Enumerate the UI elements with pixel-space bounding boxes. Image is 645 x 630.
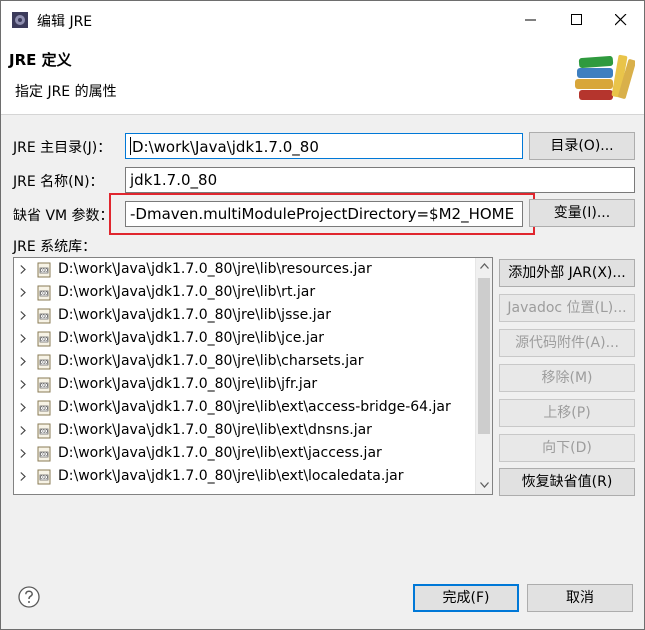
library-row[interactable]: 010 D:\work\Java\jdk1.7.0_80\jre\lib\jsse… — [14, 304, 474, 327]
close-button[interactable] — [598, 1, 644, 39]
jar-file-icon: 010 — [37, 446, 51, 462]
jar-file-icon: 010 — [37, 331, 51, 347]
svg-text:010: 010 — [40, 337, 48, 342]
header-subtitle: 指定 JRE 的属性 — [15, 84, 117, 100]
chevron-up-icon — [480, 263, 489, 269]
chevron-right-icon[interactable] — [20, 380, 26, 389]
eclipse-gear-icon — [12, 12, 28, 28]
jar-file-icon: 010 — [37, 308, 51, 324]
vm-args-label: 缺省 VM 参数： — [13, 208, 114, 224]
chevron-right-icon[interactable] — [20, 357, 26, 366]
chevron-right-icon[interactable] — [20, 311, 26, 320]
chevron-right-icon[interactable] — [20, 426, 26, 435]
variables-button[interactable]: 变量(I)... — [529, 199, 635, 227]
chevron-down-icon — [480, 482, 489, 488]
library-path: D:\work\Java\jdk1.7.0_80\jre\lib\ext\loc… — [58, 468, 404, 484]
jre-name-input[interactable]: jdk1.7.0_80 — [125, 167, 635, 193]
books-icon — [575, 54, 635, 100]
svg-text:010: 010 — [40, 452, 48, 457]
javadoc-location-button[interactable]: Javadoc 位置(L)... — [499, 294, 635, 322]
jar-file-icon: 010 — [37, 400, 51, 416]
chevron-right-icon[interactable] — [20, 265, 26, 274]
svg-text:010: 010 — [40, 360, 48, 365]
library-path: D:\work\Java\jdk1.7.0_80\jre\lib\jfr.jar — [58, 376, 318, 392]
library-path: D:\work\Java\jdk1.7.0_80\jre\lib\rt.jar — [58, 284, 316, 300]
maximize-icon — [571, 14, 582, 25]
library-row[interactable]: 010 D:\work\Java\jdk1.7.0_80\jre\lib\jfr.… — [14, 373, 474, 396]
scroll-down-button[interactable] — [476, 477, 492, 494]
library-row[interactable]: 010 D:\work\Java\jdk1.7.0_80\jre\lib\ext\… — [14, 442, 474, 465]
jar-file-icon: 010 — [37, 285, 51, 301]
library-row[interactable]: 010 D:\work\Java\jdk1.7.0_80\jre\lib\ext\… — [14, 396, 474, 419]
edit-jre-dialog: 编辑 JRE JRE 定义 指定 JRE 的属性 JRE 主目录(J)： D:\… — [0, 0, 645, 630]
jre-name-value: jdk1.7.0_80 — [130, 171, 218, 189]
library-path: D:\work\Java\jdk1.7.0_80\jre\lib\ext\dns… — [58, 422, 372, 438]
directory-button[interactable]: 目录(O)... — [529, 132, 635, 160]
library-path: D:\work\Java\jdk1.7.0_80\jre\lib\charset… — [58, 353, 364, 369]
move-down-button[interactable]: 向下(D) — [499, 434, 635, 462]
svg-text:010: 010 — [40, 268, 48, 273]
library-row[interactable]: 010 D:\work\Java\jdk1.7.0_80\jre\lib\rt.j… — [14, 281, 474, 304]
system-libraries-label: JRE 系统库： — [13, 239, 97, 255]
svg-text:010: 010 — [40, 291, 48, 296]
minimize-button[interactable] — [508, 1, 554, 39]
library-path: D:\work\Java\jdk1.7.0_80\jre\lib\ext\acc… — [58, 399, 451, 415]
svg-text:010: 010 — [40, 406, 48, 411]
chevron-right-icon[interactable] — [20, 472, 26, 481]
library-row[interactable]: 010 D:\work\Java\jdk1.7.0_80\jre\lib\reso… — [14, 258, 474, 281]
chevron-right-icon[interactable] — [20, 449, 26, 458]
finish-button[interactable]: 完成(F) — [413, 584, 519, 612]
library-tree[interactable]: 010 D:\work\Java\jdk1.7.0_80\jre\lib\reso… — [13, 257, 493, 495]
scroll-up-button[interactable] — [476, 258, 492, 275]
svg-text:010: 010 — [40, 429, 48, 434]
jre-home-input[interactable]: D:\work\Java\jdk1.7.0_80 — [125, 133, 523, 159]
library-row[interactable]: 010 D:\work\Java\jdk1.7.0_80\jre\lib\ext\… — [14, 465, 474, 488]
library-path: D:\work\Java\jdk1.7.0_80\jre\lib\jsse.ja… — [58, 307, 331, 323]
move-up-button[interactable]: 上移(P) — [499, 399, 635, 427]
scroll-thumb[interactable] — [478, 278, 490, 434]
svg-text:010: 010 — [40, 314, 48, 319]
jre-home-label: JRE 主目录(J)： — [13, 140, 112, 156]
close-icon — [615, 14, 627, 26]
vertical-scrollbar[interactable] — [475, 258, 492, 494]
library-row[interactable]: 010 D:\work\Java\jdk1.7.0_80\jre\lib\jce.… — [14, 327, 474, 350]
help-icon[interactable] — [17, 585, 41, 609]
window-title: 编辑 JRE — [37, 14, 93, 30]
svg-text:010: 010 — [40, 383, 48, 388]
title-bar: 编辑 JRE — [1, 1, 644, 39]
text-caret — [130, 137, 131, 155]
minimize-icon — [525, 19, 536, 21]
highlight-annotation — [109, 193, 535, 235]
jar-file-icon: 010 — [37, 423, 51, 439]
jar-file-icon: 010 — [37, 469, 51, 485]
maximize-button[interactable] — [554, 1, 600, 39]
remove-button[interactable]: 移除(M) — [499, 364, 635, 392]
library-path: D:\work\Java\jdk1.7.0_80\jre\lib\jce.jar — [58, 330, 325, 346]
cancel-button[interactable]: 取消 — [527, 584, 633, 612]
jre-name-label: JRE 名称(N)： — [13, 174, 104, 190]
jre-home-value: D:\work\Java\jdk1.7.0_80 — [132, 138, 319, 156]
dialog-header: JRE 定义 指定 JRE 的属性 — [1, 39, 644, 115]
svg-text:010: 010 — [40, 475, 48, 480]
jar-file-icon: 010 — [37, 354, 51, 370]
chevron-right-icon[interactable] — [20, 334, 26, 343]
library-row[interactable]: 010 D:\work\Java\jdk1.7.0_80\jre\lib\char… — [14, 350, 474, 373]
library-path: D:\work\Java\jdk1.7.0_80\jre\lib\ext\jac… — [58, 445, 382, 461]
library-list: 010 D:\work\Java\jdk1.7.0_80\jre\lib\reso… — [14, 258, 474, 488]
jar-file-icon: 010 — [37, 377, 51, 393]
restore-default-button[interactable]: 恢复缺省值(R) — [499, 468, 635, 496]
chevron-right-icon[interactable] — [20, 288, 26, 297]
jar-file-icon: 010 — [37, 262, 51, 278]
chevron-right-icon[interactable] — [20, 403, 26, 412]
add-external-jar-button[interactable]: 添加外部 JAR(X)... — [499, 259, 635, 287]
header-title: JRE 定义 — [9, 51, 72, 69]
library-path: D:\work\Java\jdk1.7.0_80\jre\lib\resourc… — [58, 261, 372, 277]
source-attachment-button[interactable]: 源代码附件(A)... — [499, 329, 635, 357]
library-row[interactable]: 010 D:\work\Java\jdk1.7.0_80\jre\lib\ext\… — [14, 419, 474, 442]
